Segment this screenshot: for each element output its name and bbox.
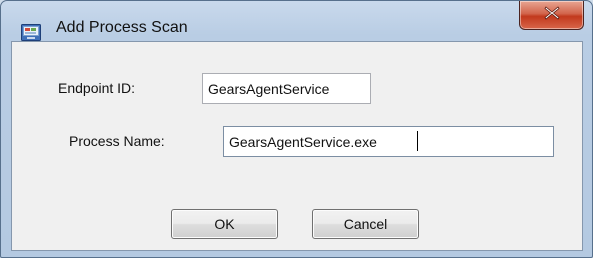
process-name-container (223, 126, 554, 157)
dialog-content: Endpoint ID: Process Name: OK Cancel (11, 41, 583, 251)
close-button[interactable] (519, 1, 584, 30)
ok-button[interactable]: OK (171, 209, 278, 239)
text-caret (417, 131, 418, 151)
endpoint-id-label: Endpoint ID: (58, 80, 136, 96)
dialog-title: Add Process Scan (56, 19, 188, 36)
process-scan-app-icon (21, 23, 41, 42)
title-bar[interactable]: Add Process Scan (1, 1, 592, 41)
endpoint-id-field[interactable] (202, 73, 371, 104)
process-name-field[interactable] (223, 126, 554, 157)
close-x-icon (543, 5, 560, 25)
dialog-window: Add Process Scan Endpoint ID: Process Na… (0, 0, 593, 258)
process-name-label: Process Name: (69, 133, 165, 149)
cancel-button[interactable]: Cancel (312, 209, 419, 239)
